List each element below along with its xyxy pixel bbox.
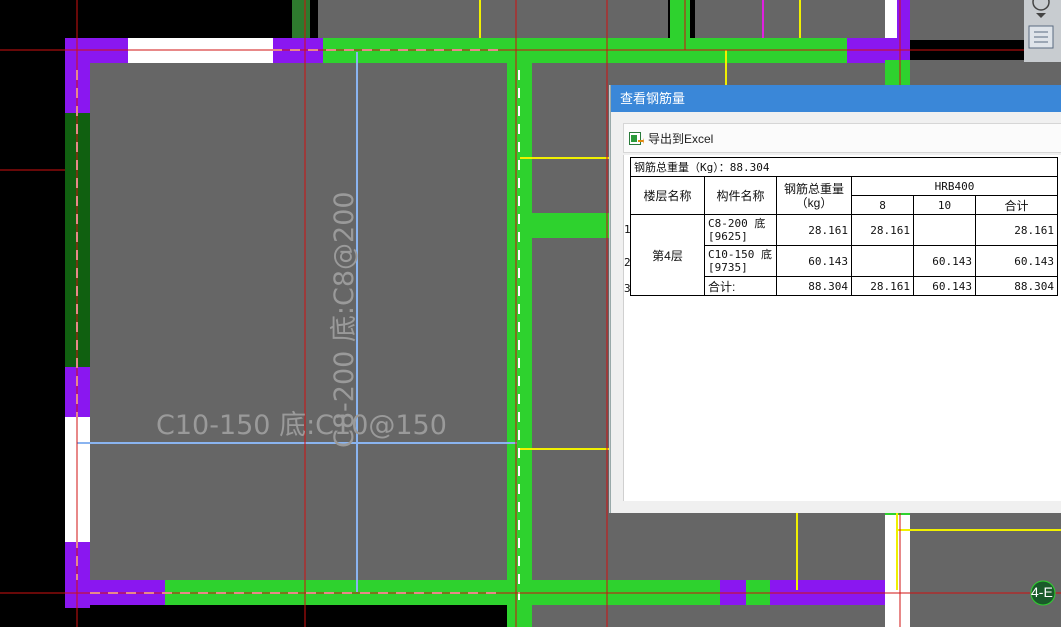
export-excel-label: 导出到Excel [648, 131, 714, 146]
total-weight-line: 钢筋总重量（Kg）：88.304 [630, 157, 1058, 177]
top-green-strip [292, 0, 310, 40]
sum-cell: 88.304 [975, 276, 1058, 296]
dialog-title[interactable]: 查看钢筋量 [611, 85, 1061, 112]
slab-left[interactable] [90, 63, 507, 580]
top-gray-area-2 [695, 0, 885, 40]
component-cell: C8-200 底[9625] [704, 214, 777, 246]
total-cell: 88.304 [776, 276, 852, 296]
header-total-weight: 钢筋总重量（kg） [776, 176, 852, 215]
top-gray-area-3 [910, 0, 1030, 40]
report-area: 1 2 3 钢筋总重量（Kg）：88.304 楼层名称 构件名称 钢筋总重量（k… [623, 155, 1061, 501]
slab-bottom-strip [532, 605, 885, 627]
top-green-post [670, 0, 690, 40]
rebar-quantity-dialog: 查看钢筋量 导出到Excel 1 2 3 钢筋总重量（Kg）：88.304 楼层… [610, 85, 1061, 513]
d10-cell [913, 214, 976, 246]
d8-cell: 28.161 [851, 214, 914, 246]
component-cell: 合计: [704, 276, 777, 296]
d8-cell: 28.161 [851, 276, 914, 296]
d8-cell [851, 245, 914, 277]
header-d8: 8 [851, 195, 914, 215]
axis-tag: 4-E [1031, 584, 1053, 600]
total-cell: 60.143 [776, 245, 852, 277]
floor-name-cell: 第4层 [630, 214, 705, 296]
sum-cell: 60.143 [975, 245, 1058, 277]
dialog-toolbar: 导出到Excel [623, 123, 1061, 153]
header-grade: HRB400 [851, 176, 1058, 196]
total-cell: 28.161 [776, 214, 852, 246]
table-row: 第4层 C8-200 底[9625] 28.161 28.161 28.161 [630, 214, 1058, 296]
slab-label-vertical: C8-200 底:C8@200 [329, 191, 360, 448]
header-component: 构件名称 [704, 176, 777, 215]
d10-cell: 60.143 [913, 276, 976, 296]
header-sum: 合计 [975, 195, 1058, 215]
export-excel-button[interactable]: 导出到Excel [629, 128, 713, 148]
cross-beam [520, 213, 620, 238]
component-cell: C10-150 底[9735] [704, 245, 777, 277]
d10-cell: 60.143 [913, 245, 976, 277]
rebar-table: 钢筋总重量（Kg）：88.304 楼层名称 构件名称 钢筋总重量（kg） HRB… [630, 157, 1058, 296]
top-gray-area [318, 0, 668, 40]
sum-cell: 28.161 [975, 214, 1058, 246]
excel-icon [629, 131, 644, 146]
header-floor: 楼层名称 [630, 176, 705, 215]
header-d10: 10 [913, 195, 976, 215]
slab-label-horizontal: C10-150 底:C10@150 [156, 410, 447, 441]
